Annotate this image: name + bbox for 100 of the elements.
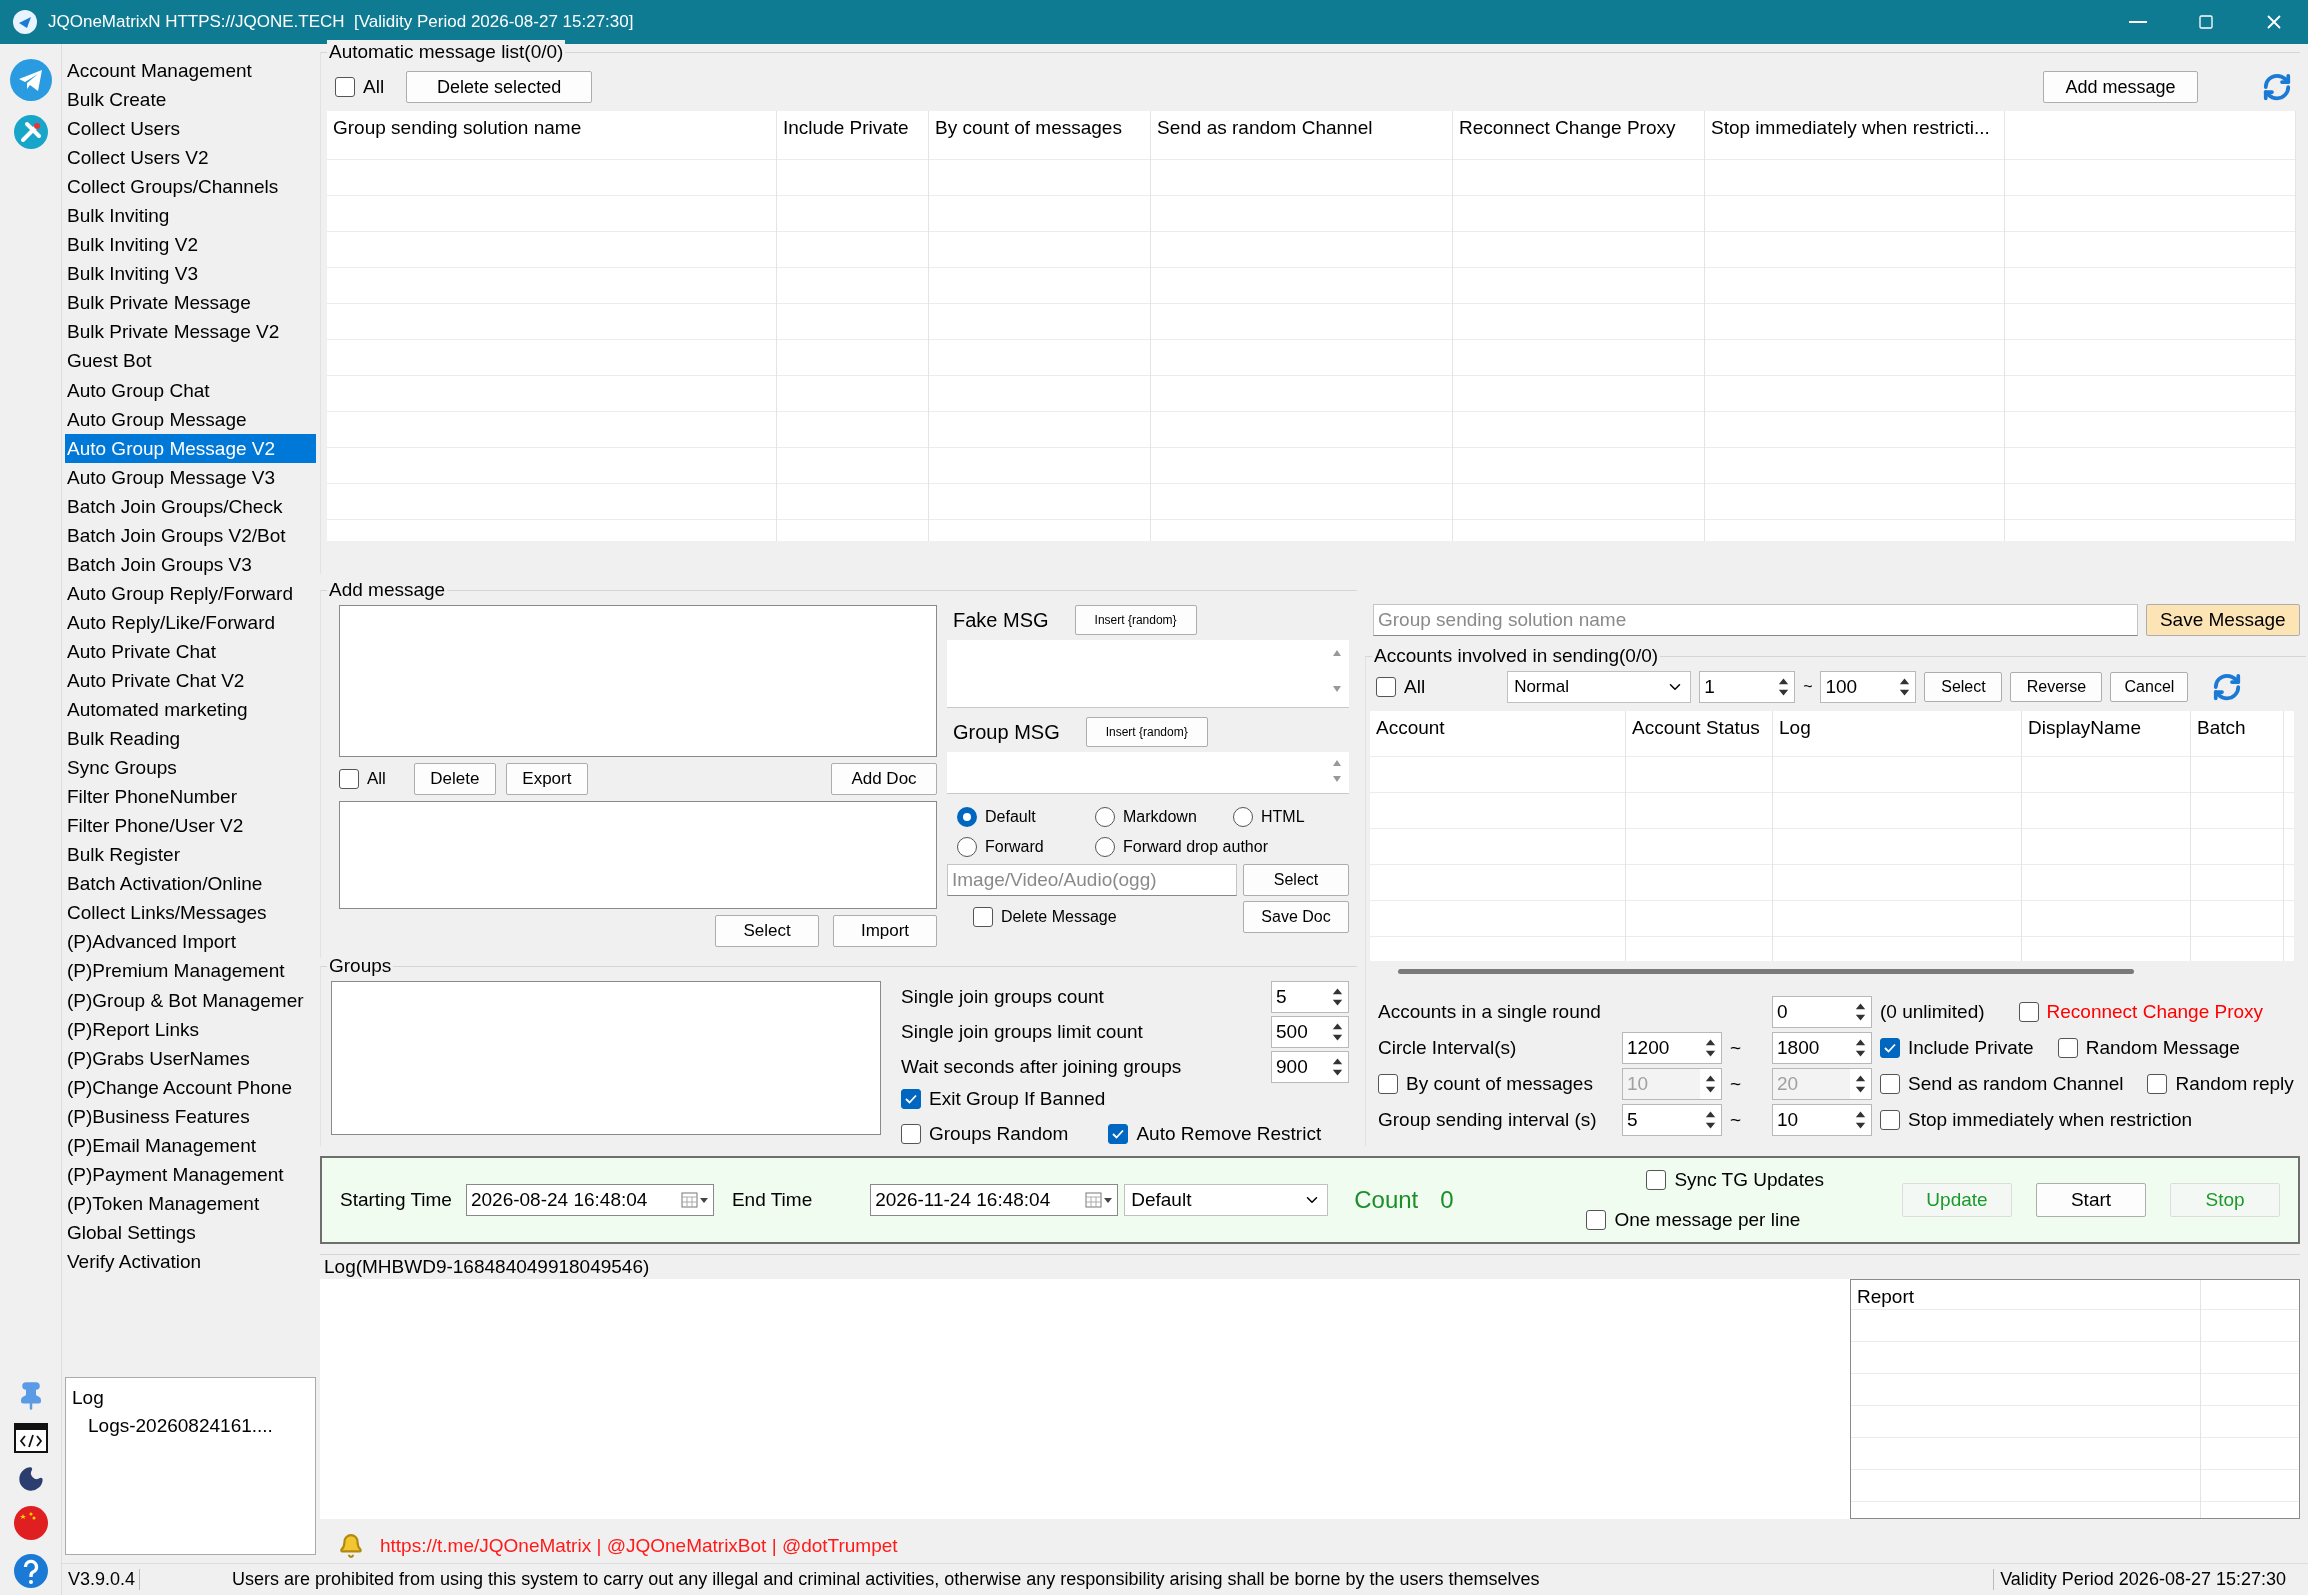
tools-icon[interactable] [12,114,49,150]
menu-item[interactable]: (P)Token Management [65,1188,316,1218]
menu-item[interactable]: Bulk Create [65,85,316,115]
menu-item[interactable]: Auto Group Reply/Forward [65,578,316,608]
fake-message-field[interactable] [947,640,1349,708]
delete-button[interactable]: Delete [413,763,496,795]
import-button[interactable]: Import [833,915,937,947]
reverse-button[interactable]: Reverse [2010,672,2103,702]
menu-item[interactable]: Sync Groups [65,753,316,783]
menu-item[interactable]: Bulk Register [65,840,316,870]
menu-item[interactable]: Collect Groups/Channels [65,172,316,202]
insert-random-button[interactable]: Insert {random} [1085,717,1208,747]
checkbox[interactable] [1376,677,1396,697]
menu-item[interactable]: Guest Bot [65,346,316,376]
select-button[interactable]: Select [715,915,819,947]
column-header[interactable]: Stop immediately when restricti... [1711,117,1990,138]
calendar-icon[interactable] [680,1191,709,1209]
menu-item[interactable]: (P)Premium Management [65,956,316,986]
column-header[interactable]: Send as random Channel [1157,117,1373,138]
menu-item[interactable]: Batch Join Groups V2/Bot [65,520,316,550]
code-window-icon[interactable] [13,1423,48,1453]
menu-item[interactable]: (P)Business Features [65,1101,316,1131]
menu-item[interactable]: (P)Report Links [65,1014,316,1044]
checkbox[interactable] [1880,1110,1900,1130]
menu-item[interactable]: Bulk Reading [65,724,316,754]
checkbox[interactable] [901,1124,921,1144]
menu-item[interactable]: Bulk Inviting V2 [65,230,316,260]
select-button[interactable]: Select [1243,864,1349,896]
checkbox[interactable] [1880,1074,1900,1094]
menu-item[interactable]: Auto Group Message V2 [65,433,316,463]
menu-item[interactable]: Filter PhoneNumber [65,782,316,812]
checkbox[interactable] [973,907,993,927]
checkbox[interactable] [335,77,355,97]
column-header[interactable]: DisplayName [2028,717,2141,738]
menu-item[interactable]: Bulk Private Message V2 [65,317,316,347]
checkbox[interactable] [2147,1074,2168,1094]
menu-item[interactable]: Collect Users [65,114,316,144]
insert-random-button[interactable]: Insert {random} [1074,605,1197,635]
export-button[interactable]: Export [505,763,588,795]
menu-item[interactable]: Global Settings [65,1217,316,1247]
checkbox[interactable] [1586,1210,1607,1230]
menu-item[interactable]: (P)Payment Management [65,1159,316,1189]
menu-item[interactable]: Bulk Inviting [65,201,316,231]
group-message-field[interactable] [947,752,1349,794]
column-header[interactable]: Reconnect Change Proxy [1459,117,1676,138]
paper-plane-icon[interactable] [8,58,53,102]
menu-item[interactable]: Auto Group Message V3 [65,462,316,492]
column-header[interactable]: Group sending solution name [333,117,582,138]
save-doc-button[interactable]: Save Doc [1243,901,1349,933]
add-message-button[interactable]: Add message [2043,71,2198,103]
stop-button[interactable]: Stop [2170,1183,2280,1217]
menu-item[interactable]: Auto Private Chat V2 [65,666,316,696]
message-text-area[interactable] [339,801,937,909]
column-header[interactable]: Log [1779,717,1811,738]
save-message-button[interactable]: Save Message [2145,604,2300,636]
menu-item[interactable]: Bulk Private Message [65,288,316,318]
end-time-picker[interactable]: 2026-11-24 16:48:04 [870,1184,1119,1216]
media-path-field[interactable]: Image/Video/Audio(ogg) [947,864,1237,896]
menu-item[interactable]: Auto Private Chat [65,636,316,666]
checkbox[interactable] [1108,1124,1129,1144]
menu-item[interactable]: Auto Reply/Like/Forward [65,607,316,637]
menu-item[interactable]: Filter Phone/User V2 [65,811,316,841]
column-header[interactable]: Batch [2197,717,2246,738]
moon-icon[interactable] [16,1465,45,1493]
add-doc-button[interactable]: Add Doc [831,763,937,795]
menu-item[interactable]: Auto Group Chat [65,375,316,405]
column-header[interactable]: Account [1376,717,1445,738]
account-type-dropdown[interactable]: Normal [1507,671,1692,703]
menu-item[interactable]: (P)Email Management [65,1130,316,1160]
menu-item[interactable]: (P)Advanced Import [65,927,316,957]
menu-item[interactable]: Bulk Inviting V3 [65,259,316,289]
calendar-icon[interactable] [1085,1191,1114,1209]
help-icon[interactable] [12,1553,49,1589]
column-header[interactable]: By count of messages [935,117,1122,138]
menu-item[interactable]: Account Management [65,56,316,86]
mode-dropdown[interactable]: Default [1124,1184,1329,1216]
menu-item[interactable]: Batch Activation/Online [65,869,316,899]
solution-name-field[interactable]: Group sending solution name [1373,604,2138,636]
checkbox[interactable] [1646,1170,1667,1190]
column-header[interactable]: Report [1857,1286,1915,1307]
horizontal-scrollbar[interactable] [1398,969,2134,974]
menu-item[interactable]: Verify Activation [65,1246,316,1276]
radio-button[interactable] [1095,807,1115,827]
radio-button[interactable] [957,807,977,827]
checkbox[interactable] [2018,1002,2039,1022]
refresh-icon[interactable] [2262,72,2292,102]
menu-item[interactable]: Batch Join Groups V3 [65,549,316,579]
delete-selected-button[interactable]: Delete selected [406,71,593,103]
menu-item[interactable]: Collect Links/Messages [65,898,316,928]
flag-icon[interactable] [12,1505,49,1541]
menu-item[interactable]: (P)Grabs UserNames [65,1043,316,1073]
log-entry[interactable]: Logs-20260824161.... [72,1412,315,1440]
checkbox[interactable] [1880,1038,1900,1058]
select-button[interactable]: Select [1924,672,2003,702]
menu-item[interactable]: (P)Group & Bot Managemer [65,985,316,1015]
bell-icon[interactable] [338,1533,364,1559]
menu-item[interactable]: Batch Join Groups/Check [65,491,316,521]
checkbox[interactable] [339,769,359,789]
start-time-picker[interactable]: 2026-08-24 16:48:04 [465,1184,714,1216]
radio-button[interactable] [1095,837,1115,857]
